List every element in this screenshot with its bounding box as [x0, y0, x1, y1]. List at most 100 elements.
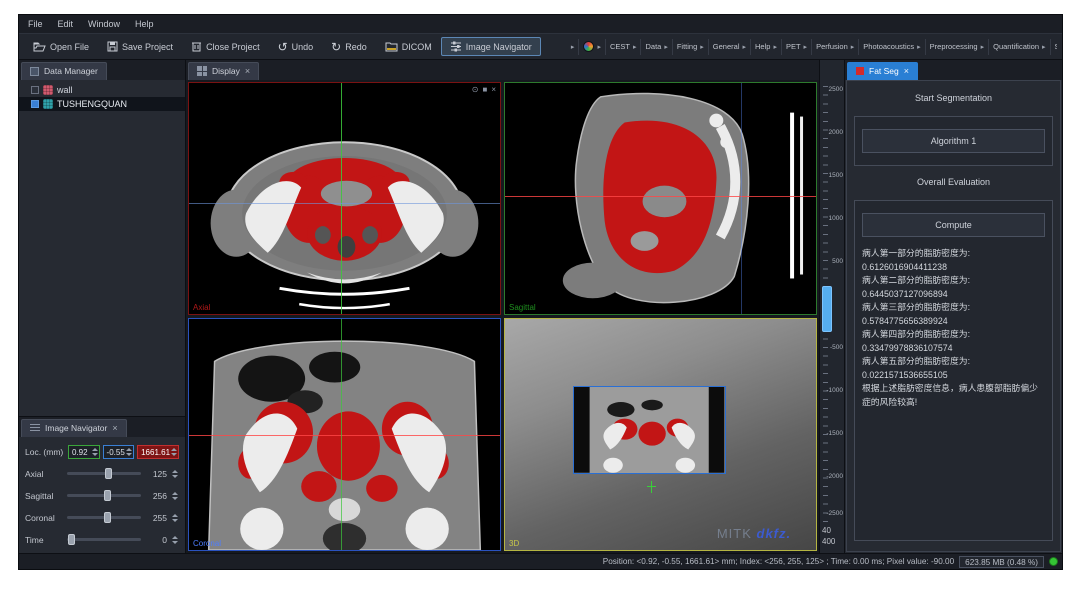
visibility-checkbox[interactable] [31, 86, 39, 94]
tab-image-navigator[interactable]: Image Navigator × [21, 419, 127, 437]
start-segmentation-group: Algorithm 1 [854, 116, 1053, 166]
axial-slider[interactable] [67, 472, 141, 475]
tree-item-wall[interactable]: wall [19, 83, 185, 97]
spinner-arrows-icon[interactable] [171, 534, 179, 546]
slider-handle[interactable] [104, 512, 111, 523]
chevron-right-icon: ▸ [633, 43, 637, 51]
loc-z-spinbox[interactable]: 1661.61 [137, 445, 179, 459]
memory-usage[interactable]: 623.85 MB (0.48 %) [959, 556, 1044, 568]
color-wheel-icon [583, 41, 594, 52]
menu-fitting[interactable]: Fitting▸ [672, 39, 708, 55]
color-tool-button[interactable]: ▸ [578, 39, 605, 55]
close-icon[interactable]: × [491, 85, 496, 94]
save-project-button[interactable]: Save Project [98, 37, 182, 56]
crosshair-axial-line[interactable] [189, 435, 500, 436]
loc-x-spinbox[interactable]: 0.92 [68, 445, 100, 459]
crosshair-axial-line[interactable] [505, 196, 816, 197]
lw-tick-label: 2000 [823, 129, 843, 136]
image-navigator-label: Image Navigator [466, 42, 532, 52]
close-icon[interactable]: × [904, 67, 909, 75]
menu-general[interactable]: General▸ [708, 39, 750, 55]
redo-icon: ↻ [331, 42, 341, 52]
tree-item-tushengquan[interactable]: TUSHENGQUAN [19, 97, 185, 111]
chevron-right-icon: ▸ [597, 43, 601, 51]
image-navigator-tab-label: Image Navigator [45, 423, 107, 433]
menu-data[interactable]: Data▸ [640, 39, 671, 55]
image-navigator-button[interactable]: Image Navigator [441, 37, 541, 56]
algorithm-1-button[interactable]: Algorithm 1 [862, 129, 1045, 153]
spinner-arrows-icon[interactable] [171, 490, 179, 502]
image-navigator-body: Loc. (mm) 0.92 -0.55 1661.61 [19, 437, 185, 553]
close-project-label: Close Project [206, 42, 260, 52]
tab-display[interactable]: Display × [188, 62, 259, 80]
visibility-checkbox[interactable] [31, 100, 39, 108]
spinner-arrows-icon[interactable] [170, 446, 178, 458]
menu-perfusion[interactable]: Perfusion▸ [811, 39, 858, 55]
coronal-view[interactable]: Coronal [188, 318, 501, 551]
crosshair-sagittal-line[interactable] [341, 83, 342, 314]
menu-data-label: Data [645, 42, 661, 51]
plugin-menu-bar: ▸ ▸ CEST▸ Data▸ Fitting▸ General▸ Help▸ … [567, 34, 1057, 59]
threed-slice-plane[interactable] [573, 386, 725, 474]
dicom-button[interactable]: DICOM [376, 37, 441, 56]
spinner-arrows-icon[interactable] [91, 446, 99, 458]
time-slider[interactable] [67, 538, 141, 541]
undo-button[interactable]: ↺ Undo [269, 38, 323, 56]
fat-seg-body: Start Segmentation Algorithm 1 Overall E… [846, 80, 1061, 552]
display-tab-label: Display [212, 66, 240, 76]
crosshair-sagittal-line[interactable] [341, 319, 342, 550]
main-toolbar: Open File Save Project Close Project ↺ U… [19, 33, 1062, 60]
axial-view[interactable]: ⊙ ■ × Axial [188, 82, 501, 315]
close-project-button[interactable]: Close Project [182, 37, 269, 56]
sliders-icon [30, 424, 40, 432]
slider-handle[interactable] [68, 534, 75, 545]
spinner-arrows-icon[interactable] [171, 512, 179, 524]
slider-handle[interactable] [104, 490, 111, 501]
menu-cest[interactable]: CEST▸ [605, 39, 641, 55]
sagittal-view[interactable]: Sagittal [504, 82, 817, 315]
data-manager-icon [30, 67, 39, 76]
close-icon[interactable]: × [245, 67, 250, 75]
tab-fat-seg[interactable]: Fat Seg × [847, 62, 918, 80]
lw-tick-label: -2000 [823, 473, 843, 480]
undo-label: Undo [292, 42, 314, 52]
threed-view[interactable]: MITK dkfz. 3D [504, 318, 817, 551]
menu-general-label: General [713, 42, 740, 51]
menu-window[interactable]: Window [88, 19, 120, 29]
menu-photoacoustics[interactable]: Photoacoustics▸ [858, 39, 924, 55]
pin-icon[interactable]: ⊙ [472, 85, 479, 94]
spinner-arrows-icon[interactable] [125, 446, 133, 458]
crosshair-coronal-line[interactable] [189, 203, 500, 204]
axial-slider-label: Axial [25, 469, 63, 479]
close-icon[interactable]: × [112, 424, 117, 432]
crosshair-coronal-line[interactable] [741, 83, 742, 314]
menu-segmentation-label: Segmentation [1055, 42, 1057, 51]
lw-tick-label: -1500 [823, 430, 843, 437]
start-segmentation-title: Start Segmentation [854, 91, 1053, 107]
chevron-right-icon: ▸ [804, 43, 808, 51]
menu-help[interactable]: Help▸ [750, 39, 781, 55]
coronal-slider[interactable] [67, 516, 141, 519]
open-file-button[interactable]: Open File [24, 37, 98, 56]
spinner-arrows-icon[interactable] [171, 468, 179, 480]
menu-help[interactable]: Help [135, 19, 154, 29]
menu-quantification[interactable]: Quantification▸ [988, 39, 1049, 55]
tab-data-manager[interactable]: Data Manager [21, 62, 107, 80]
menu-file[interactable]: File [28, 19, 43, 29]
menu-pet[interactable]: PET▸ [781, 39, 811, 55]
slider-handle[interactable] [105, 468, 112, 479]
level-window-handle[interactable] [822, 286, 832, 332]
result-conclusion-line: 根据上述脂肪密度信息，病人患腹部脂肪偏少症的风险较高! [862, 382, 1045, 409]
compute-button[interactable]: Compute [862, 213, 1045, 237]
menu-segmentation[interactable]: Segmentation▸ [1050, 39, 1057, 55]
plugin-overflow-button[interactable]: ▸ [567, 39, 579, 55]
menu-edit[interactable]: Edit [58, 19, 74, 29]
sagittal-slider-value: 256 [145, 491, 167, 501]
maximize-icon[interactable]: ■ [482, 85, 487, 94]
redo-button[interactable]: ↻ Redo [322, 38, 376, 56]
axial-view-label: Axial [193, 303, 210, 312]
menu-preprocessing[interactable]: Preprocessing▸ [925, 39, 988, 55]
level-window-slider[interactable]: 2500 2000 1500 1000 500 -500 -1000 -1500… [819, 60, 844, 553]
loc-y-spinbox[interactable]: -0.55 [103, 445, 135, 459]
sagittal-slider[interactable] [67, 494, 141, 497]
